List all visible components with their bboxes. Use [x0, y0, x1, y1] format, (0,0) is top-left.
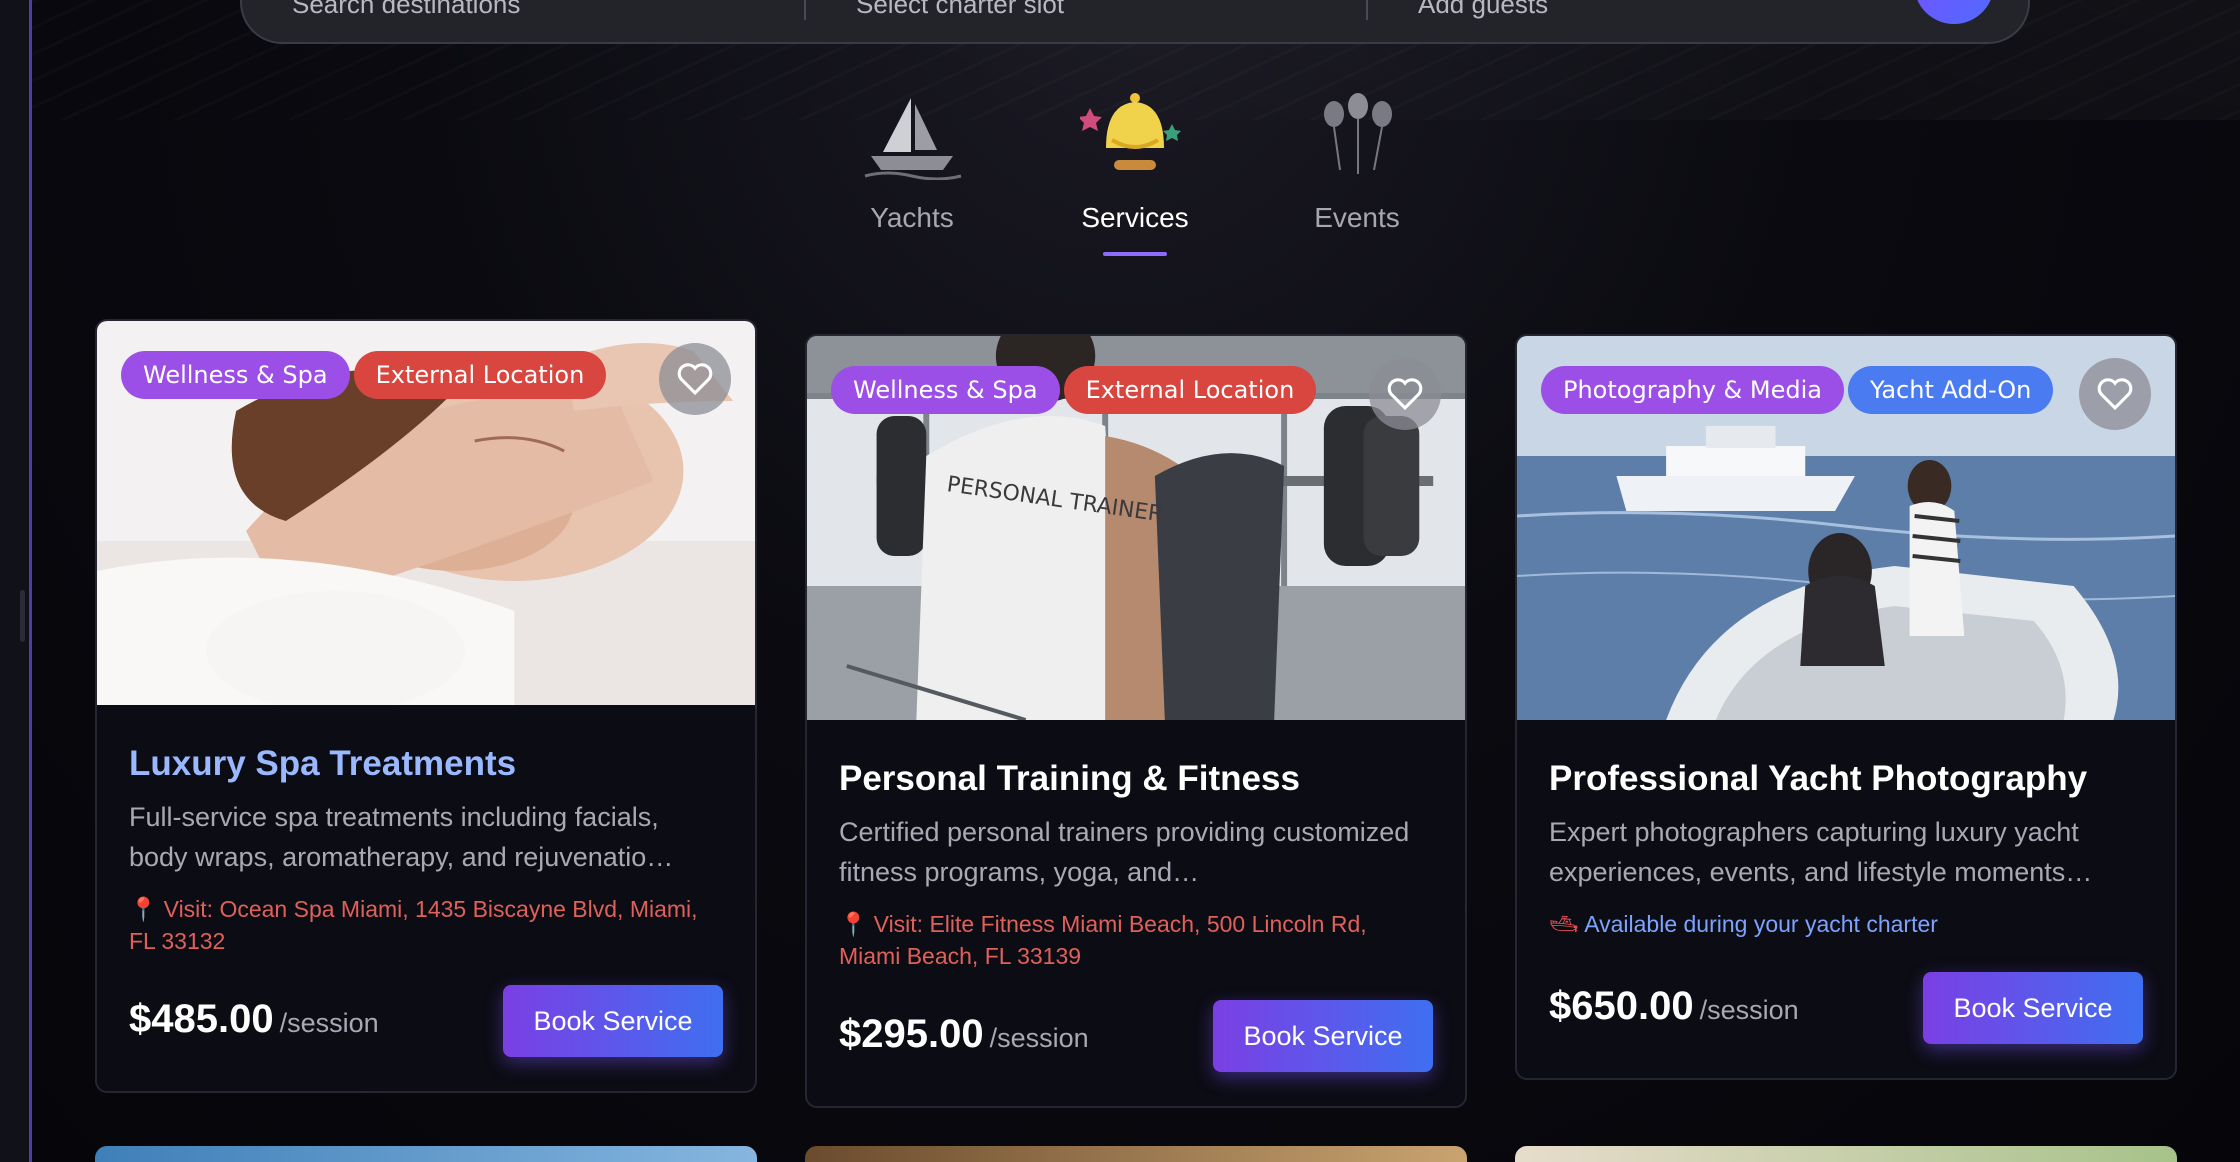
price-row: $650.00/session Book Service — [1549, 972, 2143, 1046]
price-row: $295.00/session Book Service — [839, 1000, 1433, 1074]
next-card-peek — [805, 1146, 1467, 1162]
tab-label: Yachts — [870, 202, 954, 233]
resize-handle[interactable] — [20, 590, 25, 642]
heart-icon — [2097, 378, 2133, 411]
balloons-icon — [1324, 93, 1392, 174]
card-body: Personal Training & Fitness Certified pe… — [807, 720, 1465, 1106]
price-value: $295.00 — [839, 1012, 984, 1056]
category-badge: Wellness & Spa — [121, 351, 350, 399]
heart-icon — [1387, 378, 1423, 411]
card-badges: Wellness & Spa External Location — [831, 366, 1317, 414]
addon-badge: Yacht Add-On — [1847, 366, 2054, 414]
favorite-button[interactable] — [1369, 358, 1441, 430]
card-image: PERSONAL TRAINER Wellness & Spa External… — [807, 336, 1465, 720]
card-description: Certified personal trainers providing cu… — [839, 817, 1410, 887]
price-unit: /session — [279, 1008, 379, 1038]
service-card-spa[interactable]: Wellness & Spa External Location Luxury … — [95, 319, 757, 1093]
next-card-peek — [95, 1146, 757, 1162]
card-title[interactable]: Personal Training & Fitness — [839, 758, 1433, 800]
tab-events[interactable]: Events — [1257, 90, 1457, 234]
card-description: Full-service spa treatments including fa… — [129, 802, 674, 872]
charter-slot-input[interactable]: Select charter slot — [804, 0, 1366, 20]
price: $295.00/session — [839, 1012, 1089, 1057]
card-body: Luxury Spa Treatments Full-service spa t… — [97, 705, 755, 1091]
service-card-fitness[interactable]: PERSONAL TRAINER Wellness & Spa External… — [805, 334, 1467, 1108]
card-title[interactable]: Professional Yacht Photography — [1549, 758, 2143, 800]
card-image: Wellness & Spa External Location — [97, 321, 755, 705]
service-card-photography[interactable]: Photography & Media Yacht Add-On Profess… — [1515, 334, 2177, 1080]
category-badge: Photography & Media — [1541, 366, 1844, 414]
location-badge: External Location — [1063, 366, 1317, 414]
card-location: 📍 Visit: Elite Fitness Miami Beach, 500 L… — [839, 908, 1433, 972]
tab-yachts[interactable]: Yachts — [812, 90, 1012, 234]
page: Search destinations Select charter slot … — [0, 0, 2240, 1162]
location-badge: External Location — [353, 351, 607, 399]
destination-input[interactable]: Search destinations — [242, 0, 804, 20]
card-badges: Wellness & Spa External Location — [121, 351, 607, 399]
price-value: $650.00 — [1549, 984, 1694, 1028]
sailboat-icon — [864, 98, 962, 180]
book-service-button[interactable]: Book Service — [1923, 972, 2143, 1044]
bell-service-icon — [1080, 93, 1181, 170]
book-service-button[interactable]: Book Service — [1213, 1000, 1433, 1072]
tab-services[interactable]: Services — [1035, 90, 1235, 256]
next-card-peek — [1515, 1146, 2177, 1162]
ship-icon: 🛥 — [1549, 911, 1579, 937]
search-bar: Search destinations Select charter slot … — [240, 0, 2030, 44]
card-availability: 🛥 Available during your yacht charter — [1549, 908, 2143, 944]
card-location: 📍 Visit: Ocean Spa Miami, 1435 Biscayne B… — [129, 893, 723, 957]
active-tab-indicator — [1103, 252, 1167, 256]
guests-input[interactable]: Add guests — [1366, 0, 1928, 20]
favorite-button[interactable] — [2079, 358, 2151, 430]
location-text: Visit: Ocean Spa Miami, 1435 Biscayne Bl… — [129, 896, 698, 954]
tab-label: Events — [1314, 202, 1400, 233]
price-row: $485.00/session Book Service — [129, 985, 723, 1059]
pin-icon: 📍 — [839, 911, 868, 937]
price: $650.00/session — [1549, 984, 1799, 1029]
price-unit: /session — [989, 1023, 1089, 1053]
card-badges: Photography & Media Yacht Add-On — [1541, 366, 2054, 414]
availability-text: Available during your yacht charter — [1584, 911, 1938, 937]
favorite-button[interactable] — [659, 343, 731, 415]
shirt-text: PERSONAL TRAINER — [945, 472, 1164, 527]
heart-icon — [677, 363, 713, 396]
price-unit: /session — [1699, 995, 1799, 1025]
pin-icon: 📍 — [129, 896, 158, 922]
category-badge: Wellness & Spa — [831, 366, 1060, 414]
book-service-button[interactable]: Book Service — [503, 985, 723, 1057]
search-button[interactable] — [1914, 0, 1994, 24]
price: $485.00/session — [129, 997, 379, 1042]
card-title[interactable]: Luxury Spa Treatments — [129, 743, 723, 785]
price-value: $485.00 — [129, 997, 274, 1041]
location-text: Visit: Elite Fitness Miami Beach, 500 Li… — [839, 911, 1367, 969]
tab-label: Services — [1081, 202, 1189, 233]
card-image: Photography & Media Yacht Add-On — [1517, 336, 2175, 720]
category-tabs: Yachts Services Events — [0, 90, 2240, 270]
card-description: Expert photographers capturing luxury ya… — [1549, 817, 2093, 887]
card-body: Professional Yacht Photography Expert ph… — [1517, 720, 2175, 1078]
